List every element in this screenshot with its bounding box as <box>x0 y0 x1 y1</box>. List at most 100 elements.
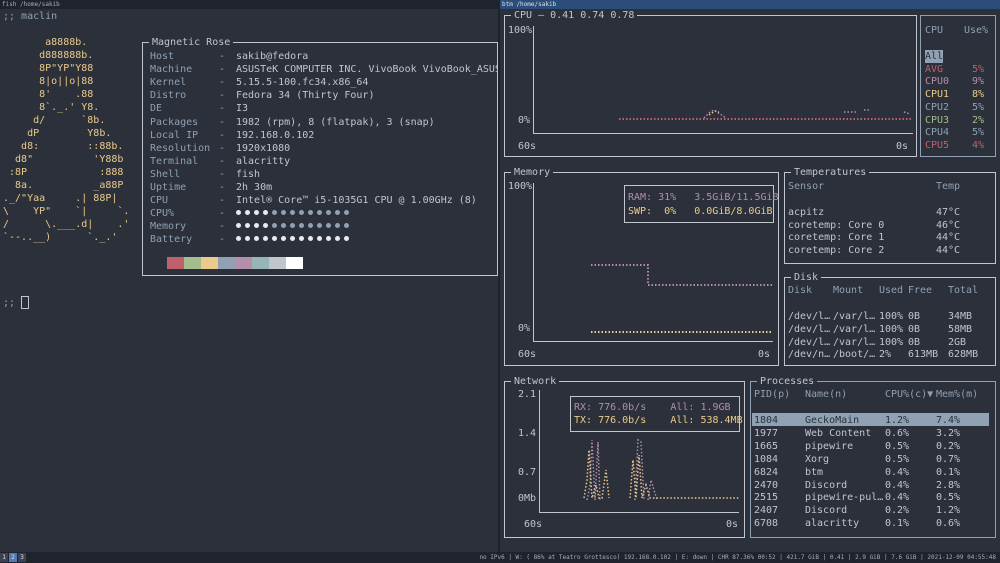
right-terminal-pane[interactable]: btm /home/sakib CPU — 0.41 0.74 0.78 100… <box>500 0 1000 552</box>
ascii-logo-line: d8" 'Y88b <box>3 154 124 165</box>
info-value: ASUSTeK COMPUTER INC. VivoBook VivoBook_… <box>236 64 507 76</box>
info-value: Intel® Core™ i5-1035G1 CPU @ 1.00GHz (8) <box>236 195 477 207</box>
cpu-row-name[interactable]: CPU4 <box>925 126 949 139</box>
process-col-head[interactable]: PID(p) <box>754 388 790 401</box>
bar-dot <box>335 223 340 229</box>
disk-cell-used: 2% <box>879 349 892 361</box>
rx-usage: RX: 776.0b/s All: 1.9GB <box>574 401 731 414</box>
tx-total: All: 538.4MB <box>670 415 743 426</box>
process-col-head[interactable]: CPU%(c)▼ <box>885 388 933 401</box>
disk-col-head: Used <box>879 285 904 296</box>
bar-dots <box>236 223 349 229</box>
temp-sensor: coretemp: Core 2 <box>788 245 885 257</box>
workspace-button[interactable]: 1 <box>0 553 8 562</box>
info-value: Fedora 34 (Thirty Four) <box>236 90 375 102</box>
shell-prompt: ;; maclin <box>3 11 58 22</box>
prompt-symbol: ;; <box>3 297 16 309</box>
workspace-button[interactable]: 2 <box>9 553 17 562</box>
bar-dot <box>299 210 304 215</box>
tx-usage: TX: 776.0b/s All: 538.4MB <box>574 414 743 427</box>
cpu-row-use: 2% <box>972 114 985 126</box>
disk-col-head: Free <box>908 285 933 296</box>
left-pane-titlebar: fish /home/sakib <box>0 0 498 9</box>
info-separator: - <box>219 182 226 193</box>
ram-value: 3.5GiB/11.5GiB <box>694 192 779 203</box>
disk-cell-free: 0B <box>908 311 921 322</box>
info-key: DE <box>150 103 163 115</box>
process-col-head[interactable]: Name(n) <box>805 388 847 401</box>
text-cursor[interactable] <box>21 296 30 309</box>
cpu-row-name[interactable]: CPU1 <box>925 88 949 101</box>
temp-value: 47°C <box>936 207 961 218</box>
cpu-row-name[interactable]: CPU0 <box>925 75 949 88</box>
bar-dot <box>344 223 349 229</box>
disk-cell-total: 628MB <box>948 349 979 361</box>
bar-dot <box>281 223 286 229</box>
info-separator: - <box>219 103 226 115</box>
info-key: Local IP <box>150 129 199 141</box>
cpu-core-spikes <box>703 109 911 119</box>
cpu-col-head-name: CPU <box>925 25 944 36</box>
palette-swatch <box>269 257 286 269</box>
ascii-logo-line: d888888b. <box>3 50 94 61</box>
info-key: Kernel <box>150 77 187 89</box>
process-col-head[interactable]: Mem%(m) <box>936 388 978 401</box>
disk-cell-total: 34MB <box>948 311 973 322</box>
info-value: 1920x1080 <box>236 142 291 154</box>
left-terminal-pane[interactable]: fish /home/sakib ;; maclin a8888b. d8888… <box>0 0 507 552</box>
ascii-logo-line: 8P"YP"Y88 <box>3 63 94 74</box>
bar-dot <box>281 210 286 215</box>
net-axis-x <box>539 512 739 513</box>
bar-dot <box>344 236 349 242</box>
info-separator: - <box>219 77 226 89</box>
cpu-row-name[interactable]: CPU5 <box>925 139 949 152</box>
ram-usage: RAM: 31% 3.5GiB/11.5GiB <box>628 191 779 204</box>
process-cell-name: alacritty <box>805 518 860 530</box>
swp-value: 0.0GiB/8.0GiB <box>694 206 773 217</box>
cpu-row-use: 5% <box>972 63 985 75</box>
disk-cell-used: 100% <box>879 323 904 335</box>
ram-label: RAM: 31% <box>628 192 677 203</box>
bar-dot <box>299 236 304 242</box>
disk-cell-mount: /var/l… <box>833 311 876 322</box>
disk-col-head: Mount <box>833 285 864 296</box>
ascii-logo-line: \ YP" `| `. <box>3 206 130 217</box>
bar-dot <box>326 236 331 242</box>
bar-dot <box>326 210 331 215</box>
info-value: sakib@fedora <box>236 51 309 62</box>
palette-swatch <box>218 257 235 269</box>
net-y-label-2: 0.7 <box>518 467 537 478</box>
workspace-list: 123 <box>0 553 26 562</box>
mem-y-min: 0% <box>518 323 531 334</box>
info-key: Resolution <box>150 142 211 154</box>
palette-swatch <box>184 257 201 269</box>
bar-key: Memory <box>150 221 187 233</box>
processes-title: Processes <box>757 375 818 388</box>
bar-dot <box>245 236 250 242</box>
temp-value: 46°C <box>936 219 961 231</box>
net-x-left: 60s <box>524 519 543 530</box>
info-separator: - <box>219 168 226 180</box>
cpu-col-head-use: Use% <box>964 25 989 36</box>
net-y-label-3: 0Mb <box>518 493 537 504</box>
cpu-row-name[interactable]: All <box>925 50 944 63</box>
workspace-button[interactable]: 3 <box>18 553 26 562</box>
info-key: Uptime <box>150 182 187 193</box>
temp-value: 44°C <box>936 245 961 257</box>
ascii-logo-line: d/ `8b. <box>3 115 106 126</box>
bar-dot <box>236 236 241 242</box>
cpu-row-name[interactable]: CPU2 <box>925 101 949 114</box>
disk-cell-used: 100% <box>879 336 904 348</box>
rx-total: All: 1.9GB <box>670 402 731 413</box>
bar-separator: - <box>219 208 226 219</box>
info-separator: - <box>219 155 226 167</box>
info-separator: - <box>219 51 226 62</box>
cpu-axis-x <box>533 133 913 134</box>
bar-dot <box>236 223 241 229</box>
cpu-row-name[interactable]: CPU3 <box>925 114 949 127</box>
i3-statusbar: 123 no IPv6 | W: ( 86% at Teatro Grottes… <box>0 552 1000 563</box>
tx-line <box>583 449 740 499</box>
cpu-row-name[interactable]: AVG <box>925 63 943 76</box>
info-separator: - <box>219 90 226 102</box>
bar-dot <box>308 223 313 229</box>
